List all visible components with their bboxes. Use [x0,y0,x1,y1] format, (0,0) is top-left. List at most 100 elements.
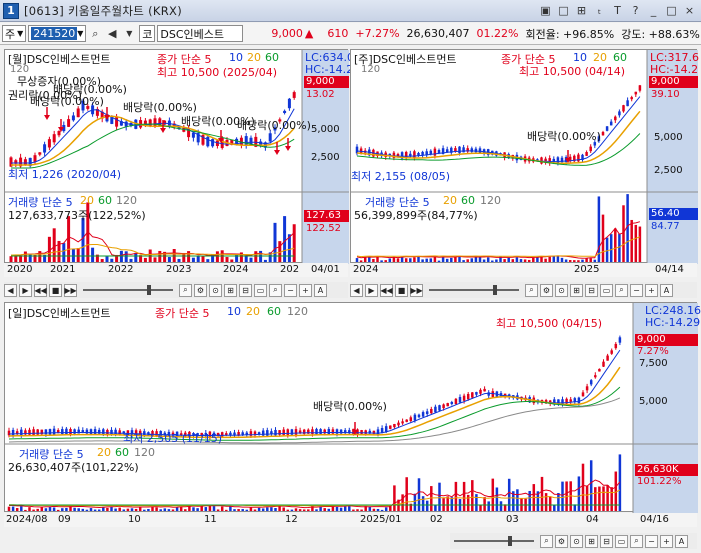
target-icon[interactable]: ⊙ [555,283,568,297]
split-icon[interactable]: ⊟ [585,283,598,297]
forward-button[interactable]: ▶▶ [64,283,77,297]
monthly-date-4: 2024 [223,264,249,275]
zoom-icon[interactable]: ⌕ [179,283,192,297]
stop-button[interactable]: ■ [395,283,408,297]
daily-date-8: 04 [586,514,599,525]
stock-code-input[interactable]: 241520 ▼ [28,25,87,42]
font-icon[interactable]: T [610,3,625,18]
split-icon[interactable]: ⊟ [600,534,613,548]
next-button[interactable]: ▶ [19,283,32,297]
grid-icon[interactable]: ⊞ [224,283,237,297]
minimize-button[interactable]: _ [646,3,661,18]
help-icon[interactable]: ? [628,3,643,18]
box-icon[interactable]: ▭ [615,534,628,548]
zoom-icon[interactable]: ⌕ [525,283,538,297]
scroll-slider[interactable] [429,285,519,295]
d-volume-bar [184,509,187,511]
zoom-in-button[interactable]: + [660,534,673,548]
w-candle-body [585,152,588,156]
magnifier-icon[interactable]: ⌕ [269,283,282,297]
d-candle-body [73,429,76,434]
target-icon[interactable]: ⊙ [570,534,583,548]
m-candle-body [292,92,296,98]
m-candle-body [52,134,56,143]
grid-icon[interactable]: ⊞ [585,534,598,548]
market-select[interactable]: 주 ▼ [2,25,27,42]
restore-icon[interactable]: □ [556,3,571,18]
close-button[interactable]: × [682,3,697,18]
zoom-out-button[interactable]: − [630,283,643,297]
chevron-down-icon[interactable]: ▼ [121,26,137,42]
auto-button[interactable]: A [675,534,688,548]
w-volume-bar [568,260,572,262]
d-volume-bar [557,492,560,511]
daily-date-axis: 2024/08 09 10 11 12 2025/01 02 03 04 04/… [4,513,697,527]
zoom-in-button[interactable]: + [645,283,658,297]
tile-icon[interactable]: ⊞ [574,3,589,18]
d-volume-bar [335,506,339,511]
d-candle-body [118,430,121,435]
prev-button[interactable]: ◀ [4,283,17,297]
w-volume-bar [577,260,580,262]
settings-icon[interactable]: ⚙ [555,534,568,548]
pin-icon[interactable]: ₜ [592,3,607,18]
auto-button[interactable]: A [314,283,327,297]
auto-button[interactable]: A [660,283,673,297]
daily-ma-label: 종가 단순 5 [155,307,210,320]
d-candle-body [48,429,52,435]
zoom-in-button[interactable]: + [299,283,312,297]
m-candle-body [33,155,37,162]
d-volume-bar [602,486,605,511]
daily-vol-badge: 26,630K [635,464,698,476]
monthly-hc: HC:-14.2 [305,63,354,76]
box-icon[interactable]: ▭ [254,283,267,297]
zoom-out-button[interactable]: − [645,534,658,548]
w-candle-body [630,97,633,100]
type-label: 코 [139,25,156,42]
target-icon[interactable]: ⊙ [209,283,222,297]
rewind-button[interactable]: ◀◀ [380,283,393,297]
d-candle-body [331,429,335,434]
d-volume-bar [544,493,548,511]
magnifier-icon[interactable]: ⌕ [630,534,643,548]
maximize-button[interactable]: □ [664,3,679,18]
w-volume-bar [560,257,564,262]
d-volume-bar [7,506,11,511]
weekly-date-1: 2025 [574,264,600,275]
w-volume-bar [462,260,465,262]
d-candle-body [569,399,572,402]
d-volume-bar [122,509,126,511]
zoom-icon[interactable]: ⌕ [540,534,553,548]
forward-button[interactable]: ▶▶ [410,283,423,297]
settings-icon[interactable]: ⚙ [540,283,553,297]
settings-icon[interactable]: ⚙ [194,283,207,297]
box-icon[interactable]: ▭ [600,283,613,297]
scroll-slider[interactable] [83,285,173,295]
daily-date-3: 11 [204,514,217,525]
d-volume-bar [274,508,277,511]
grid-icon[interactable]: ⊞ [570,283,583,297]
d-candle-body [405,419,408,422]
w-volume-bar [536,257,539,262]
d-volume-bar [118,507,121,511]
d-volume-bar [155,507,158,511]
link-icon[interactable]: ▣ [538,3,553,18]
w-candle-body [605,126,609,131]
scroll-slider[interactable] [454,536,534,546]
split-icon[interactable]: ⊟ [239,283,252,297]
d-candle-body [417,414,421,418]
stop-button[interactable]: ■ [49,283,62,297]
rewind-button[interactable]: ◀◀ [34,283,47,297]
prev-button[interactable]: ◀ [350,283,363,297]
w-candle-body [634,91,638,95]
zoom-out-button[interactable]: − [284,283,297,297]
w-volume-bar [441,257,445,262]
next-button[interactable]: ▶ [365,283,378,297]
speaker-icon[interactable]: ◀ [104,26,120,42]
monthly-vol-ma-20: 20 [80,194,94,207]
w-volume-bar [515,257,519,262]
d-candle-body [594,375,597,378]
m-volume-bar [249,257,253,262]
magnifier-icon[interactable]: ⌕ [615,283,628,297]
search-icon[interactable]: ⌕ [87,26,103,42]
